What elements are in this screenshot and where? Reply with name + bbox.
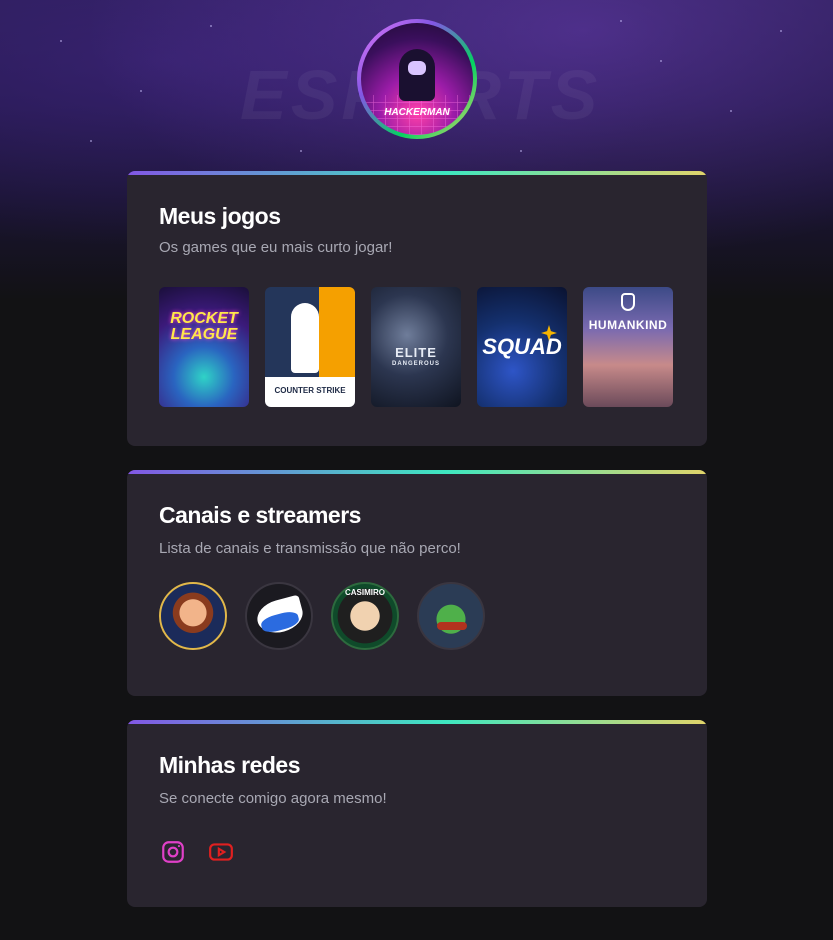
streamers-title: Canais e streamers [159, 502, 361, 528]
game-cover-text: ROCKET LEAGUE [170, 310, 238, 343]
games-list: ROCKET LEAGUE COUNTER STRIKE ELITE DANGE… [159, 287, 673, 407]
youtube-link[interactable] [207, 838, 235, 866]
streamers-list: CASIMIRO [159, 582, 485, 650]
streamer-avatar[interactable] [417, 582, 485, 650]
game-cover-text: COUNTER STRIKE [274, 386, 346, 395]
game-cover-text: ELITE DANGEROUS [391, 344, 440, 367]
streamers-card: Canais e streamers Lista de canais e tra… [127, 470, 707, 696]
networks-title: Minhas redes [159, 752, 301, 778]
networks-subtitle: Se conecte comigo agora mesmo! [159, 790, 387, 807]
profile-avatar: HACKERMAN [357, 19, 477, 139]
game-squad[interactable]: SQUAD [477, 287, 567, 407]
casimiro-badge-text: CASIMIRO [345, 588, 385, 597]
streamer-avatar[interactable] [159, 582, 227, 650]
humankind-logo-icon [621, 293, 635, 311]
streamer-avatar[interactable] [245, 582, 313, 650]
games-card: Meus jogos Os games que eu mais curto jo… [127, 171, 707, 446]
instagram-icon [162, 841, 184, 863]
game-humankind[interactable]: HUMANKIND [583, 287, 673, 407]
youtube-icon [209, 843, 233, 861]
streamers-subtitle: Lista de canais e transmissão que não pe… [159, 540, 461, 557]
avatar-image: HACKERMAN [361, 23, 473, 135]
game-counter-strike[interactable]: COUNTER STRIKE [265, 287, 355, 407]
game-elite-dangerous[interactable]: ELITE DANGEROUS [371, 287, 461, 407]
games-title: Meus jogos [159, 203, 281, 229]
game-rocket-league[interactable]: ROCKET LEAGUE [159, 287, 249, 407]
avatar-nickname: HACKERMAN [384, 107, 450, 118]
networks-card: Minhas redes Se conecte comigo agora mes… [127, 720, 707, 907]
streamer-avatar-casimiro[interactable]: CASIMIRO [331, 582, 399, 650]
instagram-link[interactable] [159, 838, 187, 866]
game-cover-text: HUMANKIND [588, 318, 668, 332]
games-subtitle: Os games que eu mais curto jogar! [159, 239, 393, 256]
social-links [159, 838, 235, 866]
game-cover-text: SQUAD [482, 334, 562, 359]
